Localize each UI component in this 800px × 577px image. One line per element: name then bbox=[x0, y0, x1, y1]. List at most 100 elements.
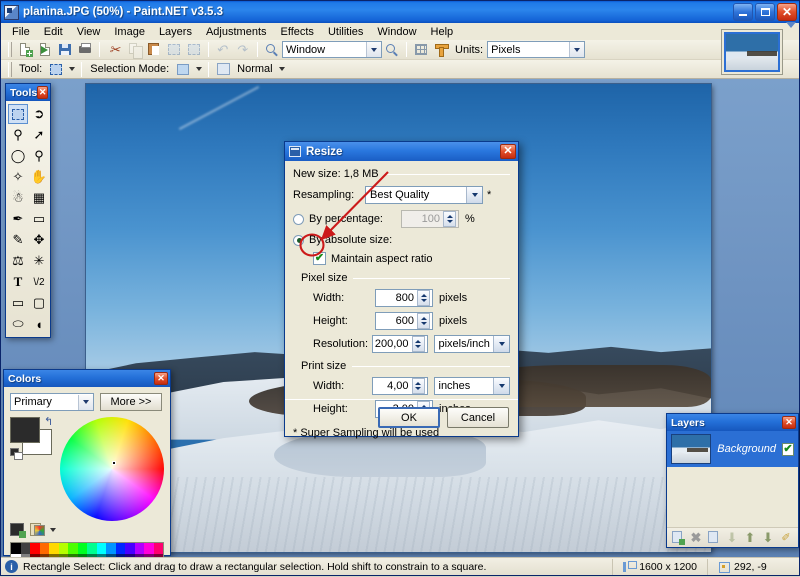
pixel-height-spinner-buttons[interactable] bbox=[417, 313, 430, 329]
by-absolute-size-radio[interactable] bbox=[293, 235, 304, 246]
palette-swatch[interactable] bbox=[125, 543, 135, 554]
undo-icon[interactable]: ↶ bbox=[213, 41, 233, 59]
new-icon[interactable] bbox=[15, 41, 35, 59]
pixel-height-input[interactable]: 600 bbox=[375, 312, 433, 330]
palette-swatch[interactable] bbox=[40, 543, 50, 554]
zoom-in-icon[interactable] bbox=[382, 41, 402, 59]
chevron-down-icon-colormode[interactable] bbox=[78, 395, 93, 410]
paint-bucket-tool[interactable]: ☃ bbox=[8, 188, 28, 208]
primary-color-swatch[interactable] bbox=[10, 417, 40, 443]
cancel-button[interactable]: Cancel bbox=[447, 407, 509, 428]
paintbrush-tool[interactable]: ✒ bbox=[8, 209, 28, 229]
magic-wand-tool[interactable]: ✧ bbox=[8, 167, 28, 187]
chevron-down-icon-thumbnails[interactable] bbox=[785, 19, 797, 31]
colors-window-titlebar[interactable]: Colors ✕ bbox=[4, 370, 170, 387]
pan-tool[interactable]: ✋ bbox=[29, 167, 49, 187]
resolution-input[interactable]: 200,00 bbox=[372, 335, 427, 353]
rectangle-shape-tool[interactable]: ▭ bbox=[8, 293, 28, 313]
paste-icon[interactable] bbox=[144, 41, 164, 59]
deselect-icon[interactable] bbox=[184, 41, 204, 59]
blend-mode-dropdown-icon[interactable] bbox=[277, 62, 288, 77]
by-absolute-size-row[interactable]: By absolute size: bbox=[293, 234, 510, 246]
resize-dialog-titlebar[interactable]: Resize ✕ bbox=[285, 142, 518, 161]
selection-mode-icon[interactable] bbox=[173, 60, 193, 78]
toolbar-grip[interactable] bbox=[8, 42, 12, 57]
percentage-spinner[interactable]: 100 bbox=[401, 210, 459, 228]
selection-mode-dropdown-icon[interactable] bbox=[193, 62, 204, 77]
menu-item-utilities[interactable]: Utilities bbox=[321, 24, 370, 40]
swap-colors-icon[interactable]: ↰ bbox=[44, 415, 53, 428]
layer-visibility-checkbox[interactable]: ✔ bbox=[782, 443, 794, 456]
resolution-spinner-buttons[interactable] bbox=[412, 336, 425, 352]
lasso-select-tool[interactable]: ⚲ bbox=[8, 125, 28, 145]
move-layer-down-button[interactable]: ⬇ bbox=[760, 530, 776, 545]
move-selection-tool[interactable]: ➚ bbox=[29, 125, 49, 145]
add-color-to-palette-icon[interactable] bbox=[10, 523, 24, 536]
palette-swatch[interactable] bbox=[59, 543, 69, 554]
grid-icon[interactable] bbox=[411, 41, 431, 59]
zoom-tool[interactable]: ⚲ bbox=[29, 146, 49, 166]
image-thumbnail-list[interactable] bbox=[721, 29, 783, 75]
line-curve-tool[interactable]: \/2 bbox=[29, 272, 49, 292]
print-width-spinner-buttons[interactable] bbox=[412, 378, 425, 394]
print-width-unit-combo[interactable]: inches bbox=[434, 377, 511, 395]
ok-button[interactable]: OK bbox=[378, 407, 440, 428]
rounded-rectangle-tool[interactable]: ▢ bbox=[29, 293, 49, 313]
crop-to-selection-icon[interactable] bbox=[164, 41, 184, 59]
redo-icon[interactable]: ↷ bbox=[233, 41, 253, 59]
by-percentage-radio[interactable] bbox=[293, 214, 304, 225]
delete-layer-button[interactable]: ✖ bbox=[688, 530, 704, 545]
palette-swatch[interactable] bbox=[49, 543, 59, 554]
palette-swatch[interactable] bbox=[11, 543, 21, 554]
more-colors-button[interactable]: More >> bbox=[100, 393, 162, 411]
color-swatches[interactable]: ↰ bbox=[10, 417, 58, 457]
tools-window-titlebar[interactable]: Tools ✕ bbox=[6, 84, 50, 101]
save-icon[interactable] bbox=[55, 41, 75, 59]
chevron-down-icon-resampling[interactable] bbox=[466, 187, 482, 203]
units-combo[interactable]: Pixels bbox=[487, 41, 585, 58]
palette-swatch[interactable] bbox=[116, 543, 126, 554]
pixel-width-input[interactable]: 800 bbox=[375, 289, 433, 307]
palette-swatch[interactable] bbox=[78, 543, 88, 554]
duplicate-layer-button[interactable] bbox=[706, 530, 722, 545]
menu-item-file[interactable]: File bbox=[5, 24, 37, 40]
menu-item-image[interactable]: Image bbox=[107, 24, 152, 40]
colors-window-close-icon[interactable]: ✕ bbox=[154, 372, 168, 385]
by-percentage-row[interactable]: By percentage: 100 % bbox=[293, 210, 510, 228]
palette-swatch[interactable] bbox=[87, 543, 97, 554]
zoom-level-combo[interactable]: Window bbox=[282, 41, 382, 58]
menu-item-help[interactable]: Help bbox=[424, 24, 461, 40]
palette-swatch[interactable] bbox=[106, 543, 116, 554]
move-selected-tool[interactable]: ➲ bbox=[29, 104, 49, 124]
cut-icon[interactable]: ✂ bbox=[104, 41, 124, 59]
layer-list-item[interactable]: Background ✔ bbox=[667, 431, 798, 467]
maintain-aspect-ratio-checkbox[interactable]: ✔ bbox=[313, 252, 326, 265]
color-mode-combo[interactable]: Primary bbox=[10, 393, 94, 411]
freeform-shape-tool[interactable]: ◖ bbox=[29, 314, 49, 334]
palette-swatch[interactable] bbox=[135, 543, 145, 554]
open-icon[interactable] bbox=[35, 41, 55, 59]
print-icon[interactable] bbox=[75, 41, 95, 59]
maintain-aspect-ratio-row[interactable]: ✔ Maintain aspect ratio bbox=[293, 252, 510, 265]
reset-colors-icon[interactable] bbox=[10, 448, 22, 459]
pixel-width-spinner-buttons[interactable] bbox=[417, 290, 430, 306]
menu-item-layers[interactable]: Layers bbox=[152, 24, 199, 40]
menu-item-view[interactable]: View bbox=[70, 24, 108, 40]
add-new-layer-button[interactable] bbox=[670, 530, 686, 545]
clone-stamp-tool[interactable]: ⚖ bbox=[8, 251, 28, 271]
layers-window-titlebar[interactable]: Layers ✕ bbox=[667, 414, 798, 431]
palette-swatch[interactable] bbox=[30, 543, 40, 554]
print-width-input[interactable]: 4,00 bbox=[372, 377, 427, 395]
palette-swatch[interactable] bbox=[21, 543, 31, 554]
layers-window-close-icon[interactable]: ✕ bbox=[782, 416, 796, 429]
tool-dropdown-icon[interactable] bbox=[66, 62, 77, 77]
menu-item-window[interactable]: Window bbox=[370, 24, 423, 40]
eraser-tool[interactable]: ▭ bbox=[29, 209, 49, 229]
resize-dialog-close-icon[interactable]: ✕ bbox=[500, 144, 516, 159]
copy-icon[interactable] bbox=[124, 41, 144, 59]
percentage-spinner-buttons[interactable] bbox=[443, 211, 456, 227]
resolution-unit-combo[interactable]: pixels/inch bbox=[434, 335, 511, 353]
image-thumbnail[interactable] bbox=[724, 32, 780, 72]
chevron-down-icon-palette[interactable] bbox=[50, 528, 56, 532]
palette-swatch[interactable] bbox=[144, 543, 154, 554]
